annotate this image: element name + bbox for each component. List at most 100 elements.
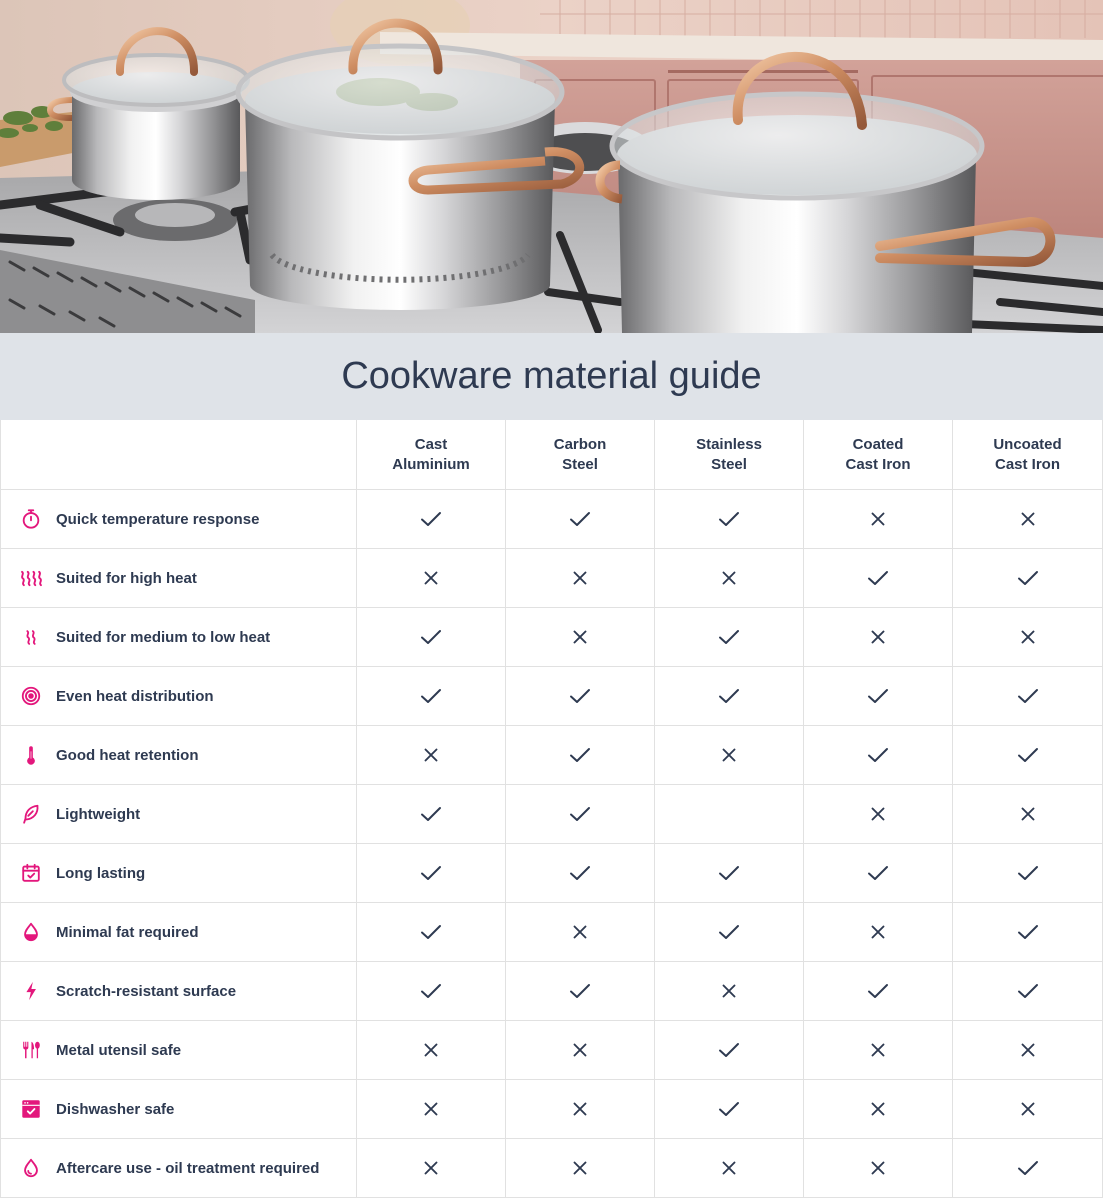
hero-photo — [0, 0, 1103, 333]
check-icon — [1017, 688, 1039, 704]
value-cell — [357, 962, 506, 1021]
column-header-5: Uncoated Cast Iron — [953, 420, 1103, 490]
row-label-cell: Minimal fat required — [0, 903, 357, 962]
value-cell — [357, 667, 506, 726]
value-cell — [804, 608, 953, 667]
check-icon — [420, 511, 442, 527]
cross-icon — [424, 1102, 438, 1116]
utensils-icon — [19, 1038, 43, 1062]
cross-icon — [871, 925, 885, 939]
check-icon — [1017, 865, 1039, 881]
value-cell — [357, 1080, 506, 1139]
row-label-cell: Even heat distribution — [0, 667, 357, 726]
row-label: Aftercare use - oil treatment required — [56, 1159, 320, 1177]
column-header-line: Cast — [414, 435, 448, 453]
row-label-cell: Suited for medium to low heat — [0, 608, 357, 667]
check-icon — [1017, 570, 1039, 586]
cross-icon — [573, 1043, 587, 1057]
page-title: Cookware material guide — [341, 355, 762, 397]
value-cell — [953, 726, 1103, 785]
value-cell — [804, 1021, 953, 1080]
cross-icon — [1021, 630, 1035, 644]
oil-drop-icon — [19, 920, 43, 944]
column-header-line: Carbon — [553, 435, 607, 453]
cross-icon — [871, 1102, 885, 1116]
check-icon — [867, 747, 889, 763]
dishwasher-icon — [19, 1097, 43, 1121]
cross-icon — [424, 748, 438, 762]
value-cell — [953, 785, 1103, 844]
value-cell — [953, 667, 1103, 726]
value-cell — [804, 549, 953, 608]
row-label-cell: Suited for high heat — [0, 549, 357, 608]
check-icon — [718, 511, 740, 527]
value-cell — [357, 1021, 506, 1080]
calendar-check-icon — [19, 861, 43, 885]
row-label-cell: Quick temperature response — [0, 490, 357, 549]
cross-icon — [871, 1043, 885, 1057]
check-icon — [718, 924, 740, 940]
row-label: Suited for high heat — [56, 569, 197, 587]
row-label-cell: Scratch-resistant surface — [0, 962, 357, 1021]
column-header-line: Aluminium — [392, 455, 470, 473]
cross-icon — [722, 1161, 736, 1175]
burner-icon — [19, 684, 43, 708]
value-cell — [953, 844, 1103, 903]
cross-icon — [573, 1102, 587, 1116]
cross-icon — [573, 1161, 587, 1175]
value-cell — [804, 726, 953, 785]
check-icon — [1017, 983, 1039, 999]
value-cell — [804, 1139, 953, 1198]
value-cell — [804, 667, 953, 726]
value-cell — [953, 608, 1103, 667]
lightning-icon — [19, 979, 43, 1003]
value-cell — [655, 1080, 804, 1139]
cross-icon — [424, 571, 438, 585]
row-label: Dishwasher safe — [56, 1100, 175, 1118]
check-icon — [420, 806, 442, 822]
value-cell — [506, 844, 655, 903]
row-label-cell: Long lasting — [0, 844, 357, 903]
check-icon — [569, 983, 591, 999]
column-header-line: Uncoated — [993, 435, 1062, 453]
value-cell — [655, 490, 804, 549]
cross-icon — [871, 512, 885, 526]
check-icon — [867, 983, 889, 999]
check-icon — [420, 924, 442, 940]
row-label-cell: Dishwasher safe — [0, 1080, 357, 1139]
header-corner-cell — [0, 420, 357, 490]
row-label: Metal utensil safe — [56, 1041, 182, 1059]
cross-icon — [1021, 512, 1035, 526]
check-icon — [718, 688, 740, 704]
cross-icon — [722, 984, 736, 998]
row-label: Quick temperature response — [56, 510, 260, 528]
cross-icon — [424, 1161, 438, 1175]
column-header-line: Coated — [852, 435, 904, 453]
column-header-2: Carbon Steel — [506, 420, 655, 490]
check-icon — [867, 865, 889, 881]
value-cell — [506, 490, 655, 549]
row-label: Good heat retention — [56, 746, 199, 764]
value-cell — [655, 726, 804, 785]
value-cell — [804, 785, 953, 844]
value-cell — [804, 962, 953, 1021]
value-cell — [506, 667, 655, 726]
check-icon — [569, 806, 591, 822]
value-cell — [357, 785, 506, 844]
check-icon — [569, 511, 591, 527]
check-icon — [718, 629, 740, 645]
value-cell — [655, 608, 804, 667]
value-cell — [953, 490, 1103, 549]
row-label: Scratch-resistant surface — [56, 982, 237, 1000]
column-header-1: Cast Aluminium — [357, 420, 506, 490]
value-cell — [804, 1080, 953, 1139]
cross-icon — [1021, 1043, 1035, 1057]
value-cell — [655, 549, 804, 608]
row-label-cell: Metal utensil safe — [0, 1021, 357, 1080]
column-header-line: Cast Iron — [994, 455, 1060, 473]
value-cell — [357, 903, 506, 962]
cross-icon — [424, 1043, 438, 1057]
row-label: Even heat distribution — [56, 687, 214, 705]
cross-icon — [573, 571, 587, 585]
value-cell — [506, 1080, 655, 1139]
